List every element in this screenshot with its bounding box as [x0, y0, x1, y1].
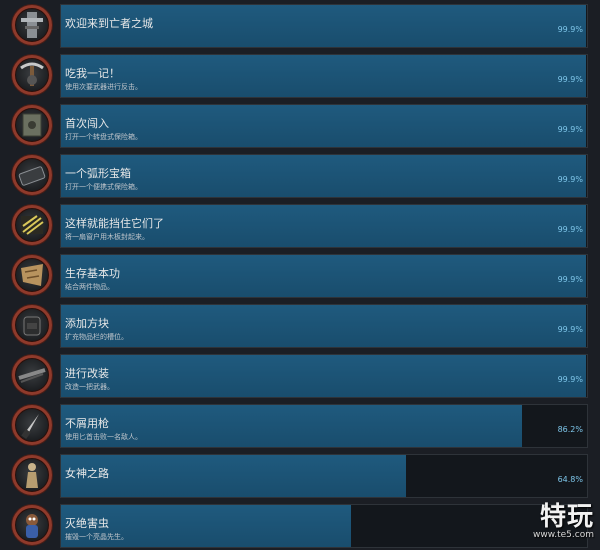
site-watermark: 特玩 www.te5.com — [494, 496, 594, 548]
watermark-url: www.te5.com — [533, 530, 594, 540]
achievement-title: 进行改装 — [65, 367, 109, 380]
achievement-progress-bar: 添加方块扩充物品栏的槽位。 99.9% — [60, 304, 588, 348]
achievement-unlock-percent: 99.9% — [557, 325, 583, 334]
achievement-title: 首次闯入 — [65, 117, 109, 130]
achievement-unlock-percent: 99.9% — [557, 275, 583, 284]
achievement-row[interactable]: 女神之路 64.8% — [0, 452, 600, 500]
achievement-unlock-percent: 99.9% — [557, 175, 583, 184]
achievement-progress-fill — [61, 455, 406, 497]
achievement-unlock-percent: 99.9% — [557, 25, 583, 34]
achievement-row[interactable]: 添加方块扩充物品栏的槽位。 99.9% — [0, 302, 600, 350]
achievement-title: 不屑用枪 — [65, 417, 109, 430]
mr-raccoon-icon — [12, 505, 52, 545]
watermark-logo-text: 特玩 — [539, 502, 594, 532]
achievement-title: 一个弧形宝箱 — [65, 167, 131, 180]
achievement-progress-bar: 吃我一记！ 使用次要武器进行反击。 99.9% — [60, 54, 588, 98]
achievement-title: 生存基本功 — [65, 267, 120, 280]
achievement-unlock-percent: 64.8% — [557, 475, 583, 484]
achievement-row[interactable]: 这样就能挡住它们了将一扇窗户用木板封起来。 99.9% — [0, 202, 600, 250]
achievement-description: 改造一把武器。 — [65, 383, 114, 391]
knife-icon — [12, 405, 52, 445]
achievement-description: 摧毁一个亮晶先生。 — [65, 533, 128, 541]
achievement-row[interactable]: 吃我一记！ 使用次要武器进行反击。 99.9% — [0, 52, 600, 100]
achievement-title: 吃我一记！ — [65, 67, 120, 80]
achievement-progress-bar: 进行改装改造一把武器。 99.9% — [60, 354, 588, 398]
achievement-title: 女神之路 — [65, 467, 109, 480]
achievement-row[interactable]: 一个弧形宝箱打开一个便携式保险箱。 99.9% — [0, 152, 600, 200]
achievement-description: 扩充物品栏的槽位。 — [65, 333, 128, 341]
achievement-progress-fill — [61, 355, 587, 397]
achievement-unlock-percent: 86.2% — [557, 425, 583, 434]
achievement-unlock-percent: 99.9% — [557, 125, 583, 134]
achievement-row[interactable]: 生存基本功结合两件物品。 99.9% — [0, 252, 600, 300]
achievement-progress-bar: 不屑用枪使用匕首击败一名敌人。 86.2% — [60, 404, 588, 448]
achievement-progress-bar: 欢迎来到亡者之城 99.9% — [60, 4, 588, 48]
achievement-unlock-percent: 99.9% — [557, 375, 583, 384]
backpack-icon — [12, 305, 52, 345]
achievement-row[interactable]: 不屑用枪使用匕首击败一名敌人。 86.2% — [0, 402, 600, 450]
achievement-description: 使用匕首击败一名敌人。 — [65, 433, 142, 441]
achievement-progress-bar: 这样就能挡住它们了将一扇窗户用木板封起来。 99.9% — [60, 204, 588, 248]
achievement-unlock-percent: 99.9% — [557, 225, 583, 234]
achievement-progress-fill — [61, 305, 587, 347]
achievement-title: 欢迎来到亡者之城 — [65, 17, 153, 30]
safe-icon — [12, 105, 52, 145]
planks-icon — [12, 205, 52, 245]
achievement-unlock-percent: 99.9% — [557, 75, 583, 84]
achievement-title: 灭绝害虫 — [65, 517, 109, 530]
portable-safe-icon — [12, 155, 52, 195]
map-icon — [12, 255, 52, 295]
tower-icon — [12, 5, 52, 45]
achievement-description: 打开一个便携式保险箱。 — [65, 183, 142, 191]
achievement-description: 打开一个转盘式保险箱。 — [65, 133, 142, 141]
achievement-row[interactable]: 进行改装改造一把武器。 99.9% — [0, 352, 600, 400]
achievement-progress-fill — [61, 255, 587, 297]
achievement-progress-bar: 首次闯入打开一个转盘式保险箱。 99.9% — [60, 104, 588, 148]
achievement-row[interactable]: 欢迎来到亡者之城 99.9% — [0, 2, 600, 50]
rifle-icon — [12, 355, 52, 395]
achievement-row[interactable]: 首次闯入打开一个转盘式保险箱。 99.9% — [0, 102, 600, 150]
achievement-progress-bar: 生存基本功结合两件物品。 99.9% — [60, 254, 588, 298]
achievement-title: 这样就能挡住它们了 — [65, 217, 164, 230]
achievement-progress-bar: 一个弧形宝箱打开一个便携式保险箱。 99.9% — [60, 154, 588, 198]
achievement-progress-bar: 女神之路 64.8% — [60, 454, 588, 498]
crossbow-icon — [12, 55, 52, 95]
achievement-description: 使用次要武器进行反击。 — [65, 83, 142, 91]
achievement-title: 添加方块 — [65, 317, 109, 330]
achievement-description: 结合两件物品。 — [65, 283, 114, 291]
statue-icon — [12, 455, 52, 495]
achievement-description: 将一扇窗户用木板封起来。 — [65, 233, 149, 241]
